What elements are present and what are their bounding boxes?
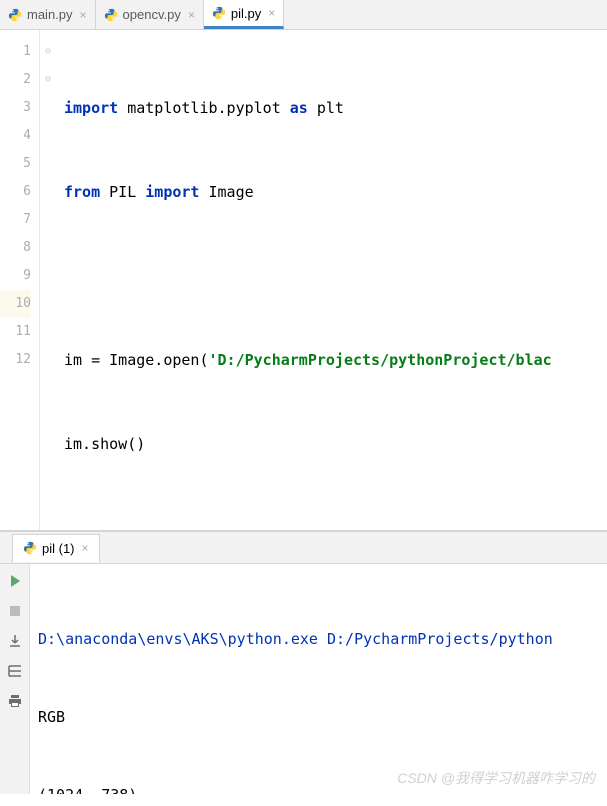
python-file-icon: [8, 8, 22, 22]
close-icon[interactable]: ×: [268, 6, 275, 20]
close-icon[interactable]: ×: [82, 541, 89, 555]
python-file-icon: [104, 8, 118, 22]
editor-tabs: main.py × opencv.py × pil.py ×: [0, 0, 607, 30]
print-icon[interactable]: [4, 690, 26, 712]
fold-column: ⊖ ⊖: [40, 30, 56, 530]
close-icon[interactable]: ×: [80, 8, 87, 22]
tab-label: main.py: [27, 7, 73, 22]
console-line: D:\anaconda\envs\AKS\python.exe D:/Pycha…: [38, 626, 599, 652]
rerun-icon[interactable]: [4, 570, 26, 592]
console-output[interactable]: D:\anaconda\envs\AKS\python.exe D:/Pycha…: [30, 564, 607, 794]
console-toolbar: [0, 564, 30, 794]
run-tab-label: pil (1): [42, 541, 75, 556]
fold-icon[interactable]: ⊖: [40, 66, 56, 94]
line-gutter: 1 2 3 4 5 6 7 8 9 10 11 12: [0, 30, 40, 530]
python-file-icon: [212, 6, 226, 20]
console-line: (1024, 738): [38, 782, 599, 794]
run-tab-pil[interactable]: pil (1) ×: [12, 534, 100, 562]
tab-pil-py[interactable]: pil.py ×: [204, 0, 284, 29]
code-area[interactable]: import matplotlib.pyplot as plt from PIL…: [56, 30, 607, 530]
code-editor[interactable]: 1 2 3 4 5 6 7 8 9 10 11 12 ⊖ ⊖ import ma…: [0, 30, 607, 530]
console-panel: D:\anaconda\envs\AKS\python.exe D:/Pycha…: [0, 564, 607, 794]
stop-icon[interactable]: [4, 600, 26, 622]
fold-icon[interactable]: ⊖: [40, 38, 56, 66]
tab-opencv-py[interactable]: opencv.py ×: [96, 0, 204, 29]
python-file-icon: [23, 541, 37, 555]
tab-label: pil.py: [231, 6, 261, 21]
run-panel-tabs: pil (1) ×: [0, 532, 607, 564]
tab-main-py[interactable]: main.py ×: [0, 0, 96, 29]
layout-icon[interactable]: [4, 660, 26, 682]
tab-label: opencv.py: [123, 7, 181, 22]
console-line: RGB: [38, 704, 599, 730]
close-icon[interactable]: ×: [188, 8, 195, 22]
export-icon[interactable]: [4, 630, 26, 652]
